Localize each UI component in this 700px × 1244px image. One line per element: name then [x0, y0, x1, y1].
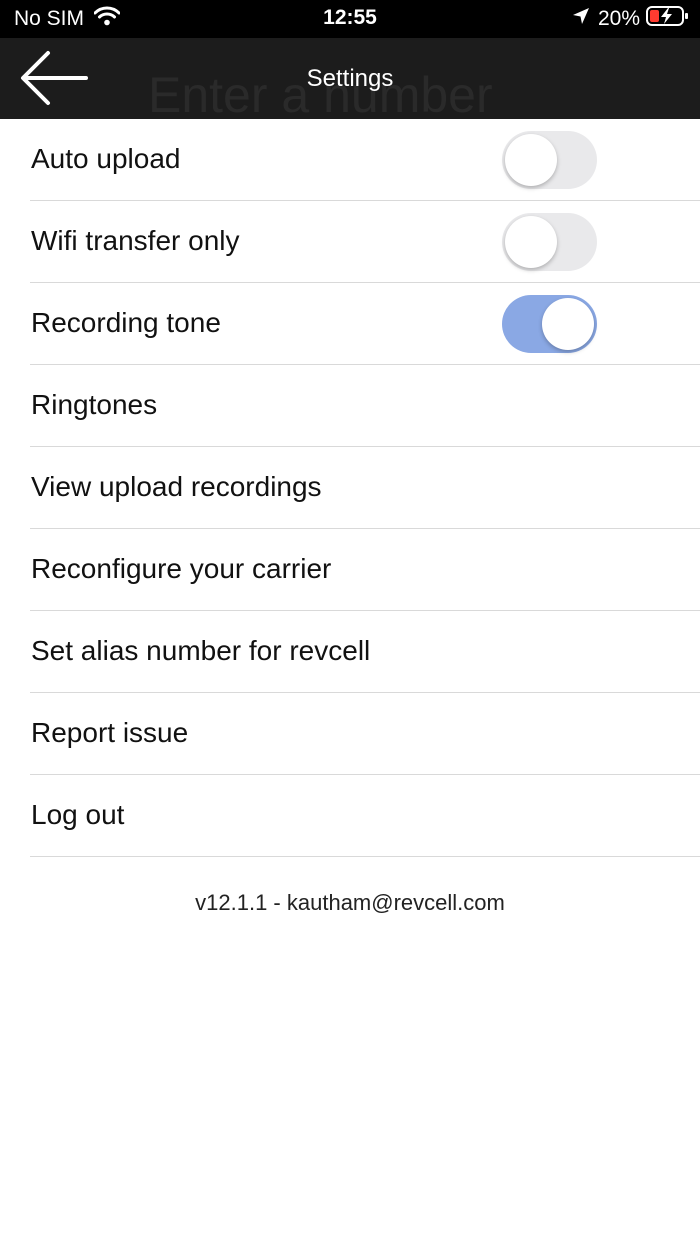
menu-item-label: Report issue: [31, 717, 189, 748]
location-arrow-icon: [572, 7, 590, 31]
menu-item-label: View upload recordings: [31, 471, 322, 502]
menu-item-label: Ringtones: [31, 389, 158, 420]
settings-list: Auto upload Wifi transfer only Recording…: [0, 119, 700, 857]
toggle-knob: [542, 298, 594, 350]
menu-item-label: Reconfigure your carrier: [31, 553, 332, 584]
status-bar: No SIM 12:55 20%: [0, 0, 700, 38]
setting-label: Auto upload: [31, 143, 181, 174]
menu-item-reconfigure-carrier[interactable]: Reconfigure your carrier: [30, 529, 700, 611]
menu-item-view-upload-recordings[interactable]: View upload recordings: [30, 447, 700, 529]
battery-charging-icon: [646, 5, 690, 33]
toggle-knob: [505, 216, 557, 268]
version-footer: v12.1.1 - kautham@revcell.com: [195, 890, 505, 915]
setting-auto-upload: Auto upload: [30, 119, 700, 201]
menu-item-report-issue[interactable]: Report issue: [30, 693, 700, 775]
toggle-knob: [505, 134, 557, 186]
nav-bar: Enter a number Settings: [0, 38, 700, 119]
setting-label: Wifi transfer only: [31, 225, 240, 256]
status-right: 20%: [572, 5, 690, 33]
setting-recording-tone: Recording tone: [30, 283, 700, 365]
battery-percent: 20%: [597, 7, 640, 30]
setting-wifi-transfer-only: Wifi transfer only: [30, 201, 700, 283]
menu-item-label: Set alias number for revcell: [31, 635, 371, 666]
wifi-transfer-only-toggle[interactable]: [502, 213, 597, 271]
menu-item-set-alias-number[interactable]: Set alias number for revcell: [30, 611, 700, 693]
menu-item-log-out[interactable]: Log out: [30, 775, 700, 857]
menu-item-ringtones[interactable]: Ringtones: [30, 365, 700, 447]
setting-label: Recording tone: [31, 307, 221, 338]
menu-item-label: Log out: [31, 799, 125, 830]
recording-tone-toggle[interactable]: [502, 295, 597, 353]
auto-upload-toggle[interactable]: [502, 131, 597, 189]
page-title: Settings: [306, 65, 394, 92]
